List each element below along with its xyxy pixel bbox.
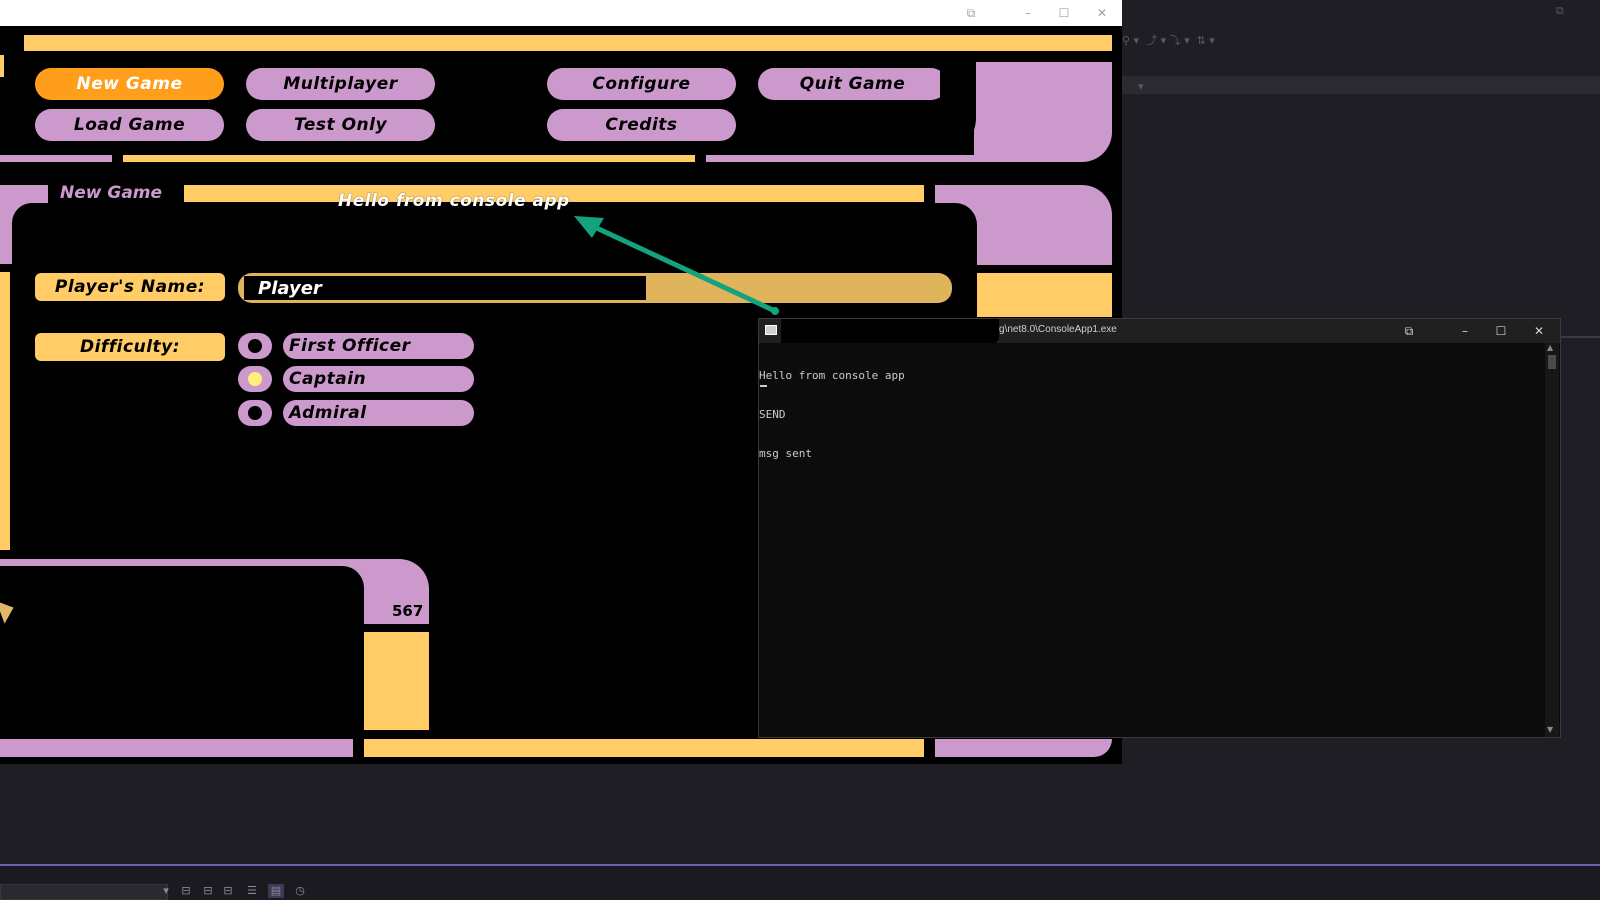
console-titlebar[interactable]: g\net8.0\ConsoleApp1.exe ⧉ – ☐ ✕ <box>759 319 1560 343</box>
minimize-icon[interactable]: – <box>1455 322 1475 340</box>
console-scroll-thumb[interactable] <box>1548 355 1556 369</box>
console-line: Hello from console app <box>759 369 905 382</box>
arrow-tail-dot <box>771 307 779 315</box>
console-window: g\net8.0\ConsoleApp1.exe ⧉ – ☐ ✕ Hello f… <box>758 318 1561 738</box>
console-cursor <box>760 385 767 387</box>
scroll-up-icon[interactable]: ▲ <box>1547 343 1553 352</box>
console-line: SEND <box>759 408 786 421</box>
console-title: g\net8.0\ConsoleApp1.exe <box>999 324 1117 335</box>
scroll-down-icon[interactable]: ▼ <box>1547 725 1553 734</box>
arrow-shaft <box>585 221 778 314</box>
title-redaction-block <box>781 319 999 343</box>
console-line: msg sent <box>759 447 812 460</box>
console-output: Hello from console app SEND msg sent <box>759 343 1539 486</box>
capture-icon[interactable]: ⧉ <box>1399 322 1419 340</box>
maximize-icon[interactable]: ☐ <box>1491 322 1511 340</box>
close-icon[interactable]: ✕ <box>1529 322 1549 340</box>
console-scrollbar[interactable]: ▲ ▼ <box>1545 343 1559 737</box>
console-window-icon <box>765 325 777 335</box>
